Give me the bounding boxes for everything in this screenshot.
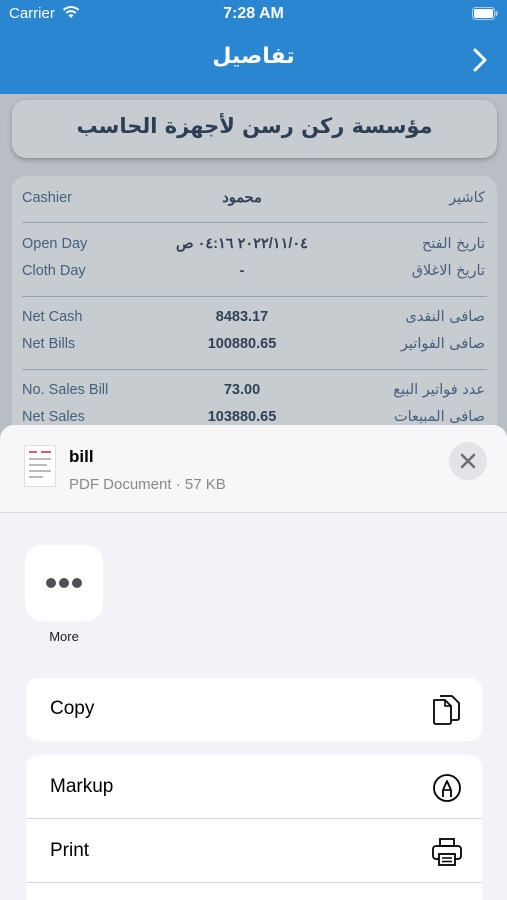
ellipsis-icon — [46, 578, 82, 588]
divider — [22, 369, 487, 370]
print-label: Print — [50, 840, 90, 861]
more-button[interactable] — [25, 545, 103, 621]
detail-value: 8483.17 — [215, 309, 269, 325]
clock: 7:28 AM — [223, 5, 284, 22]
copy-action[interactable]: Copy — [26, 678, 482, 741]
markup-icon — [433, 774, 461, 802]
detail-label-ar: صافى الفواتير — [400, 336, 485, 352]
close-icon — [460, 453, 476, 469]
printer-icon — [432, 838, 462, 866]
markup-label: Markup — [50, 776, 114, 797]
markup-action[interactable]: Markup — [26, 755, 482, 819]
close-button[interactable] — [449, 442, 487, 480]
detail-row-net-cash: Net Cash 8483.17 صافى النقدى — [12, 307, 497, 331]
print-action[interactable]: Print — [26, 819, 482, 883]
detail-row-net-bills: Net Bills 100880.65 صافى الفواتير — [12, 334, 497, 358]
page-title: تفاصيل — [212, 44, 295, 69]
app-header: Carrier 7:28 AM تفاصيل — [0, 0, 507, 94]
more-label: More — [49, 629, 79, 644]
copy-icon — [433, 695, 460, 725]
file-name: bill — [69, 447, 94, 466]
chevron-right-icon[interactable] — [470, 46, 490, 74]
divider — [22, 296, 487, 297]
copy-label: Copy — [50, 698, 95, 719]
divider — [22, 222, 487, 223]
detail-row-close-day: Cloth Day - تاريخ الاغلاق — [12, 261, 497, 285]
detail-value: - — [239, 263, 245, 279]
pdf-thumbnail — [24, 445, 56, 487]
battery-icon — [472, 7, 498, 20]
detail-label-ar: تاريخ الاغلاق — [411, 263, 485, 279]
status-bar: Carrier 7:28 AM — [0, 0, 507, 28]
detail-label-ar: عدد فواتير البيع — [393, 382, 485, 398]
share-sheet-header: bill PDF Document · 57 KB — [0, 425, 507, 513]
detail-label-ar: كاشير — [449, 190, 485, 206]
detail-row-open-day: Open Day ٢٠٢٢/١١/٠٤ ٠٤:١٦ ص تاريخ الفتح — [12, 234, 497, 258]
detail-row-cashier: Cashier محمود كاشير — [12, 188, 497, 212]
detail-label-ar: صافى النقدى — [405, 309, 485, 325]
additional-action[interactable] — [26, 883, 482, 900]
details-card: Cashier محمود كاشير Open Day ٢٠٢٢/١١/٠٤ … — [12, 176, 497, 436]
detail-value: محمود — [222, 190, 262, 206]
detail-value: ٢٠٢٢/١١/٠٤ ٠٤:١٦ ص — [176, 236, 308, 252]
company-card: مؤسسة ركن رسن لأجهزة الحاسب — [12, 100, 497, 158]
detail-label-ar: تاريخ الفتح — [422, 236, 485, 252]
file-meta: PDF Document · 57 KB — [69, 476, 226, 493]
company-name: مؤسسة ركن رسن لأجهزة الحاسب — [76, 114, 433, 138]
detail-row-sales-bills: No. Sales Bill 73.00 عدد فواتير البيع — [12, 380, 497, 404]
detail-label-ar: صافى المبيعات — [393, 409, 485, 425]
share-sheet: bill PDF Document · 57 KB More Copy Mark… — [0, 425, 507, 900]
